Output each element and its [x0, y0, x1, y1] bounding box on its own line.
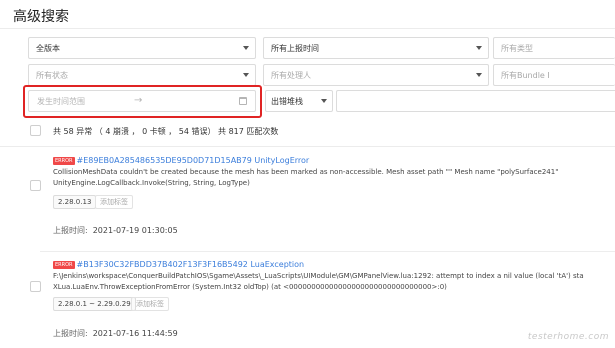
stack-select[interactable]: 出错堆栈	[265, 90, 333, 112]
handler-select-placeholder: 所有处理人	[271, 70, 311, 80]
report-time-value: 2021-07-19 01:30:05	[92, 226, 178, 235]
type-select-placeholder: 所有类型	[501, 43, 533, 53]
issue-link[interactable]: #B13F30C32FBDD37B402F13F3F16B5492 LuaExc…	[77, 260, 305, 269]
chevron-down-icon	[243, 73, 249, 77]
bundle-select-placeholder: 所有Bundle I	[501, 70, 550, 80]
report-time-select-value: 所有上报时间	[271, 43, 319, 53]
report-time-label: 上报时间:	[53, 226, 88, 235]
report-time-line: 上报时间: 2021-07-19 01:30:05	[53, 225, 178, 236]
add-tag-button[interactable]: 添加标签	[131, 297, 169, 311]
issue-title-line: ERROR #E89EB0A285486535DE95D0D71D15AB79 U…	[53, 156, 309, 165]
stack-select-value: 出错堆栈	[271, 96, 303, 106]
bundle-select[interactable]: 所有Bundle I	[493, 64, 615, 86]
status-select[interactable]: 所有状态	[28, 64, 256, 86]
report-time-value: 2021-07-16 11:44:59	[92, 329, 178, 338]
chevron-down-icon	[476, 73, 482, 77]
version-select[interactable]: 全版本	[28, 37, 256, 59]
report-time-label: 上报时间:	[53, 329, 88, 338]
page-title: 高级搜索	[13, 9, 69, 25]
issue-desc-line-2: XLua.LuaEnv.ThrowExceptionFromError (Sys…	[53, 283, 447, 291]
report-time-select[interactable]: 所有上报时间	[263, 37, 489, 59]
list-item: ERROR #E89EB0A285486535DE95D0D71D15AB79 U…	[0, 150, 615, 245]
highlight-annotation-box	[23, 85, 262, 118]
issue-desc-line-1: CollisionMeshData couldn't be created be…	[53, 168, 559, 176]
top-divider	[0, 28, 615, 29]
report-time-line: 上报时间: 2021-07-16 11:44:59	[53, 328, 178, 339]
type-select[interactable]: 所有类型	[493, 37, 615, 59]
status-select-placeholder: 所有状态	[36, 70, 68, 80]
issue-checkbox[interactable]	[30, 281, 41, 292]
version-tag: 2.28.0.13	[53, 195, 97, 209]
watermark-text: testerhome.com	[527, 332, 609, 342]
issue-desc-line-2: UnityEngine.LogCallback.Invoke(String, S…	[53, 179, 250, 187]
handler-select[interactable]: 所有处理人	[263, 64, 489, 86]
chevron-down-icon	[243, 46, 249, 50]
chevron-down-icon	[321, 99, 327, 103]
issue-link[interactable]: #E89EB0A285486535DE95D0D71D15AB79 UnityL…	[77, 156, 310, 165]
issue-desc-line-1: F:\Jenkins\workspace\ConquerBuildPatchIO…	[53, 272, 584, 280]
version-select-value: 全版本	[36, 43, 60, 53]
version-tag: 2.28.0.1 ~ 2.29.0.29	[53, 297, 136, 311]
summary-divider	[0, 146, 615, 147]
error-badge: ERROR	[53, 156, 75, 165]
issue-title-line: ERROR #B13F30C32FBDD37B402F13F3F16B5492 L…	[53, 260, 304, 269]
issue-divider	[40, 251, 615, 252]
summary-text: 共 58 异常 （ 4 崩溃 ， 0 卡顿 ， 54 错误） 共 817 匹配次…	[53, 127, 279, 136]
select-all-checkbox[interactable]	[30, 125, 41, 136]
issue-checkbox[interactable]	[30, 180, 41, 191]
error-badge: ERROR	[53, 260, 75, 269]
stack-search-input[interactable]	[336, 90, 615, 112]
add-tag-button[interactable]: 添加标签	[95, 195, 133, 209]
list-item: ERROR #B13F30C32FBDD37B402F13F3F16B5492 L…	[0, 258, 615, 348]
chevron-down-icon	[476, 46, 482, 50]
